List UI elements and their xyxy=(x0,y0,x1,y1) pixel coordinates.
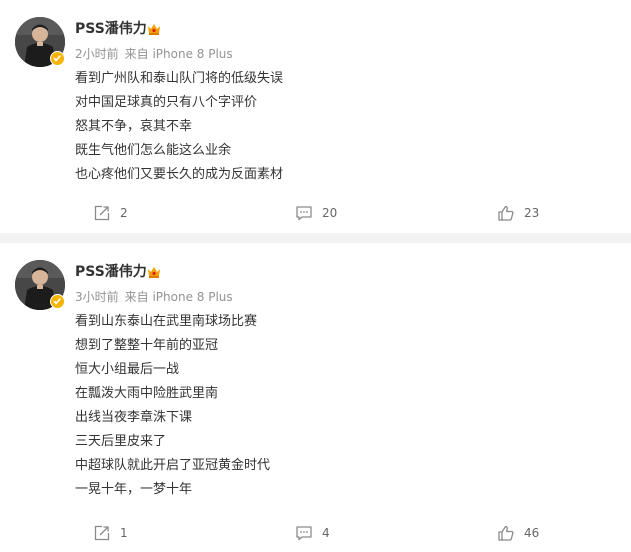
repost-icon xyxy=(94,205,110,221)
like-count: 46 xyxy=(524,526,540,540)
comment-button[interactable]: 20 xyxy=(295,198,337,228)
post-divider xyxy=(0,233,631,243)
comment-button[interactable]: 4 xyxy=(295,518,330,548)
verified-badge-icon xyxy=(50,294,65,309)
content-line: 一晃十年，一梦十年 xyxy=(75,482,193,497)
repost-button[interactable]: 2 xyxy=(93,198,128,228)
weibo-post: PSS潘伟力 2小时前 来自 iPhone 8 Plus 看到广州队和泰山队门将的… xyxy=(0,0,631,233)
post-time[interactable]: 3小时前 xyxy=(75,290,119,304)
author-name[interactable]: PSS潘伟力 xyxy=(75,262,147,282)
comment-count: 20 xyxy=(322,206,338,220)
vip-crown-icon[interactable] xyxy=(146,264,162,280)
vip-crown-icon[interactable] xyxy=(146,21,162,37)
comment-icon xyxy=(296,206,312,221)
post-content: 看到山东泰山在武里南球场比赛 想到了整整十年前的亚冠 恒大小组最后一战 在瓢泼大… xyxy=(75,310,270,502)
like-count: 23 xyxy=(524,206,540,220)
content-line: 看到山东泰山在武里南球场比赛 xyxy=(75,314,258,329)
content-line: 怒其不争，哀其不幸 xyxy=(75,119,193,134)
content-line: 在瓢泼大雨中险胜武里南 xyxy=(75,386,219,401)
repost-count: 2 xyxy=(120,206,128,220)
weibo-post: PSS潘伟力 3小时前 来自 iPhone 8 Plus 看到山东泰山在武里南球场… xyxy=(0,243,631,552)
post-source: 来自 iPhone 8 Plus xyxy=(124,47,233,61)
content-line: 看到广州队和泰山队门将的低级失误 xyxy=(75,71,284,86)
content-line: 恒大小组最后一战 xyxy=(75,362,180,377)
repost-count: 1 xyxy=(120,526,128,540)
content-line: 中超球队就此开启了亚冠黄金时代 xyxy=(75,458,271,473)
post-source: 来自 iPhone 8 Plus xyxy=(124,290,233,304)
like-button[interactable]: 23 xyxy=(497,198,539,228)
post-actions: 2 20 23 xyxy=(0,198,631,228)
content-line: 对中国足球真的只有八个字评价 xyxy=(75,95,258,110)
comment-count: 4 xyxy=(322,526,330,540)
author-name[interactable]: PSS潘伟力 xyxy=(75,19,147,39)
repost-icon xyxy=(94,525,110,541)
post-time[interactable]: 2小时前 xyxy=(75,47,119,61)
content-line: 想到了整整十年前的亚冠 xyxy=(75,338,219,353)
content-line: 出线当夜李章洙下课 xyxy=(75,410,193,425)
content-line: 三天后里皮来了 xyxy=(75,434,167,449)
repost-button[interactable]: 1 xyxy=(93,518,128,548)
like-icon xyxy=(498,525,514,541)
post-meta: 2小时前 来自 iPhone 8 Plus xyxy=(75,45,233,63)
content-line: 既生气他们怎么能这么业余 xyxy=(75,143,232,158)
post-content: 看到广州队和泰山队门将的低级失误 对中国足球真的只有八个字评价 怒其不争，哀其不… xyxy=(75,67,283,187)
post-meta: 3小时前 来自 iPhone 8 Plus xyxy=(75,288,233,306)
post-actions: 1 4 46 xyxy=(0,518,631,548)
verified-badge-icon xyxy=(50,51,65,66)
like-icon xyxy=(498,205,514,221)
content-line: 也心疼他们又要长久的成为反面素材 xyxy=(75,167,284,182)
like-button[interactable]: 46 xyxy=(497,518,539,548)
comment-icon xyxy=(296,526,312,541)
